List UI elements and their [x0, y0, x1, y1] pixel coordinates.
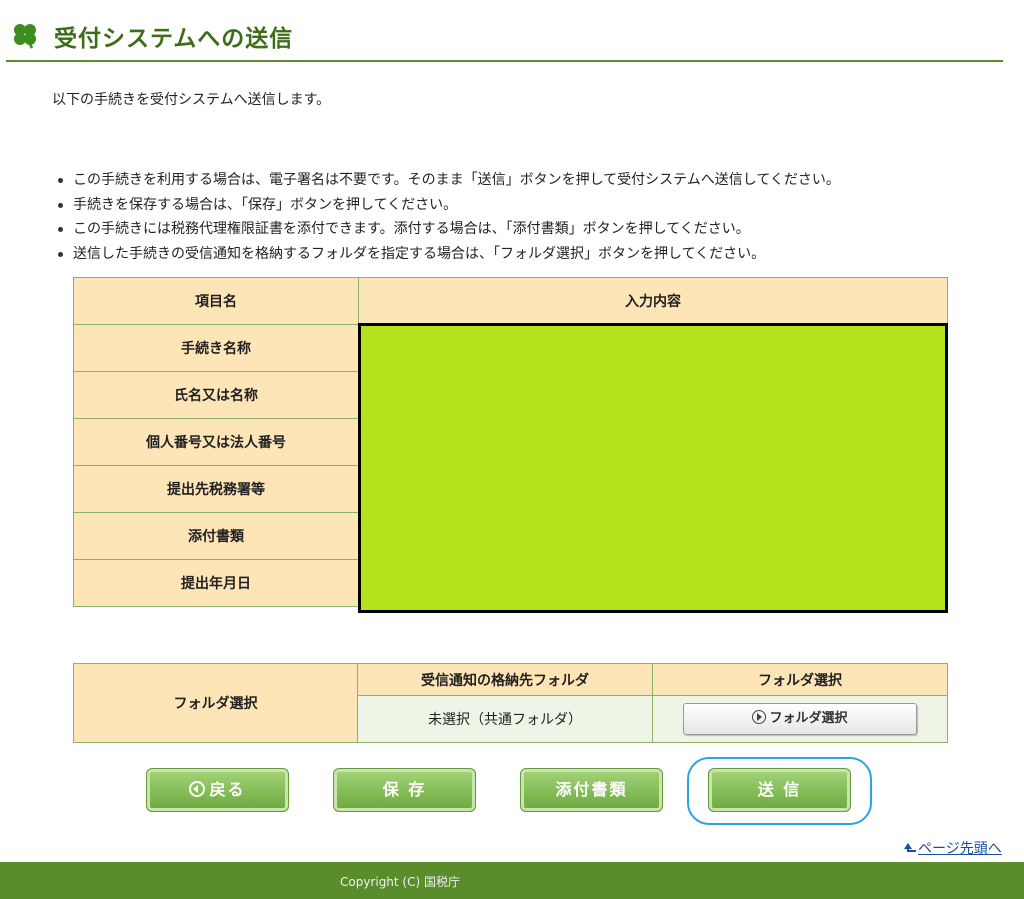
- attach-documents-button[interactable]: 添付書類: [520, 768, 663, 812]
- current-folder-value: 未選択（共通フォルダ）: [357, 695, 653, 743]
- page-header: 受付システムへの送信: [6, 8, 1003, 62]
- row-label-procedure-name: 手続き名称: [73, 324, 359, 372]
- folder-select-button-label: フォルダ選択: [769, 711, 848, 726]
- page-top-label: ページ先頭へ: [918, 841, 1002, 857]
- clover-icon: [14, 24, 36, 49]
- intro-text: 以下の手続きを受付システムへ送信します。: [52, 92, 331, 108]
- back-button[interactable]: 戻る: [146, 768, 289, 812]
- item-name-header: 項目名: [73, 277, 359, 325]
- page-top-link[interactable]: ページ先頭へ: [903, 838, 1002, 858]
- row-label-name: 氏名又は名称: [73, 371, 359, 419]
- row-label-id-number: 個人番号又は法人番号: [73, 418, 359, 466]
- instruction-item: 送信した手続きの受信通知を格納するフォルダを指定する場合は、「フォルダ選択」ボタ…: [55, 242, 840, 267]
- arrow-up-icon: [904, 843, 916, 852]
- input-content-header: 入力内容: [358, 277, 948, 325]
- back-arrow-icon: [189, 781, 206, 797]
- folder-select-cell: フォルダ選択: [652, 695, 948, 743]
- row-label-submit-date: 提出年月日: [73, 559, 359, 607]
- row-label-tax-office: 提出先税務署等: [73, 465, 359, 513]
- page-title: 受付システムへの送信: [54, 26, 294, 52]
- folder-select-table: フォルダ選択 受信通知の格納先フォルダ フォルダ選択 未選択（共通フォルダ） フ…: [73, 663, 948, 743]
- instruction-item: この手続きを利用する場合は、電子署名は不要です。そのまま「送信」ボタンを押して受…: [55, 168, 840, 193]
- page: 受付システムへの送信 以下の手続きを受付システムへ送信します。 この手続きを利用…: [0, 0, 1024, 899]
- redacted-values-overlay: [358, 323, 948, 613]
- save-button-label: 保 存: [382, 780, 427, 799]
- instruction-list: この手続きを利用する場合は、電子署名は不要です。そのまま「送信」ボタンを押して受…: [55, 168, 840, 266]
- back-button-label: 戻る: [209, 780, 246, 799]
- instruction-item: 手続きを保存する場合は、「保存」ボタンを押してください。: [55, 193, 840, 218]
- copyright-text: Copyright (C) 国税庁: [339, 875, 460, 889]
- folder-select-label: フォルダ選択: [73, 663, 358, 743]
- send-highlight-annotation: [687, 757, 872, 825]
- attach-button-label: 添付書類: [555, 780, 628, 799]
- folder-select-button[interactable]: フォルダ選択: [683, 703, 917, 735]
- instruction-item: この手続きには税務代理権限証書を添付できます。添付する場合は、「添付書類」ボタン…: [55, 217, 840, 242]
- page-footer: Copyright (C) 国税庁: [0, 862, 1024, 899]
- folder-select-header: フォルダ選択: [652, 663, 948, 696]
- save-button[interactable]: 保 存: [333, 768, 476, 812]
- destination-folder-header: 受信通知の格納先フォルダ: [357, 663, 653, 696]
- row-label-attachments: 添付書類: [73, 512, 359, 560]
- play-circle-icon: [752, 710, 767, 724]
